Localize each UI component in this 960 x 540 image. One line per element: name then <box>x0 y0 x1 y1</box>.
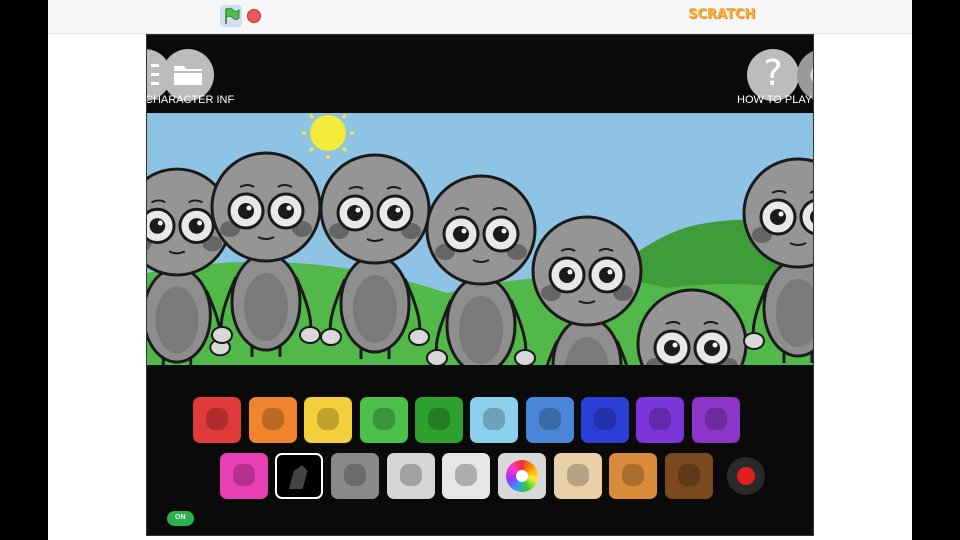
swatch-brown-paw[interactable] <box>665 453 713 499</box>
swatch-violet-feather[interactable] <box>692 397 740 443</box>
swatch-orange-paw[interactable] <box>249 397 297 443</box>
magenta-tablet-icon <box>233 464 255 486</box>
dark-green-frog-icon <box>428 408 450 430</box>
swatch-beige-horn[interactable] <box>554 453 602 499</box>
light-blue-crystal-icon <box>483 408 505 430</box>
swatch-dark-blue-gem[interactable] <box>581 397 629 443</box>
character-info-label: CHARACTER INFO <box>146 94 235 106</box>
tan-seed-icon <box>622 464 644 486</box>
swatch-light-blue-crystal[interactable] <box>470 397 518 443</box>
white-fern-icon <box>455 464 477 486</box>
gray-paw-icon <box>344 464 366 486</box>
red-blob-icon <box>206 408 228 430</box>
scratch-logo: SCRATCH <box>688 7 756 22</box>
stop-button[interactable] <box>247 9 261 23</box>
toggle-label: ON <box>175 514 186 521</box>
game-stage[interactable]: CHARACTER INFO ? HOW TO PLAY ON <box>146 34 814 536</box>
swatch-record-dot[interactable] <box>727 457 765 495</box>
swatch-dark-green-frog[interactable] <box>415 397 463 443</box>
swatch-tan-seed[interactable] <box>609 453 657 499</box>
swatch-magenta-tablet[interactable] <box>220 453 268 499</box>
violet-feather-icon <box>705 408 727 430</box>
dark-blue-gem-icon <box>594 408 616 430</box>
question-icon: ? <box>763 53 783 94</box>
swatch-white-stone[interactable] <box>387 453 435 499</box>
character-scene <box>147 107 813 496</box>
rainbow-flower-icon <box>506 460 538 492</box>
how-to-play-label: HOW TO PLAY <box>737 94 813 106</box>
green-flag-button[interactable] <box>220 5 242 27</box>
green-hat-icon <box>373 408 395 430</box>
player-toolbar: SCRATCH <box>48 0 912 34</box>
green-flag-icon <box>225 7 240 24</box>
black-crystal-icon <box>289 465 309 489</box>
swatch-rainbow-flower[interactable] <box>498 453 546 499</box>
blue-drop-icon <box>539 408 561 430</box>
white-stone-icon <box>400 464 422 486</box>
yellow-honeycomb-icon <box>317 408 339 430</box>
purple-orb-icon <box>649 408 671 430</box>
swatch-gray-paw[interactable] <box>331 453 379 499</box>
orange-paw-icon <box>262 408 284 430</box>
swatch-purple-orb[interactable] <box>636 397 684 443</box>
swatch-green-hat[interactable] <box>360 397 408 443</box>
swatch-white-fern[interactable] <box>442 453 490 499</box>
swatch-black-crystal[interactable] <box>275 453 323 499</box>
swatch-blue-drop[interactable] <box>526 397 574 443</box>
record-icon <box>737 467 755 485</box>
swatch-red-blob[interactable] <box>193 397 241 443</box>
beige-horn-icon <box>567 464 589 486</box>
swatch-yellow-honeycomb[interactable] <box>304 397 352 443</box>
brown-paw-icon <box>678 464 700 486</box>
